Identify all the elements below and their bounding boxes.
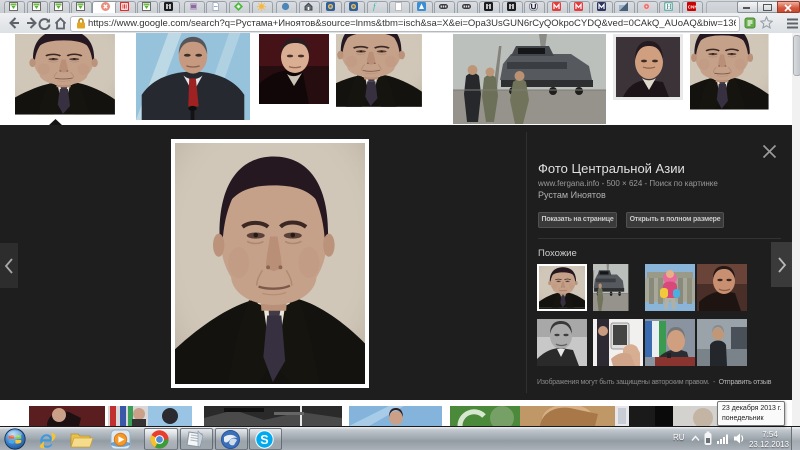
svg-text:S: S (260, 433, 268, 447)
svg-text:f: f (373, 2, 377, 11)
svg-text:H: H (666, 3, 671, 11)
svg-text:CNN: CNN (687, 5, 695, 10)
